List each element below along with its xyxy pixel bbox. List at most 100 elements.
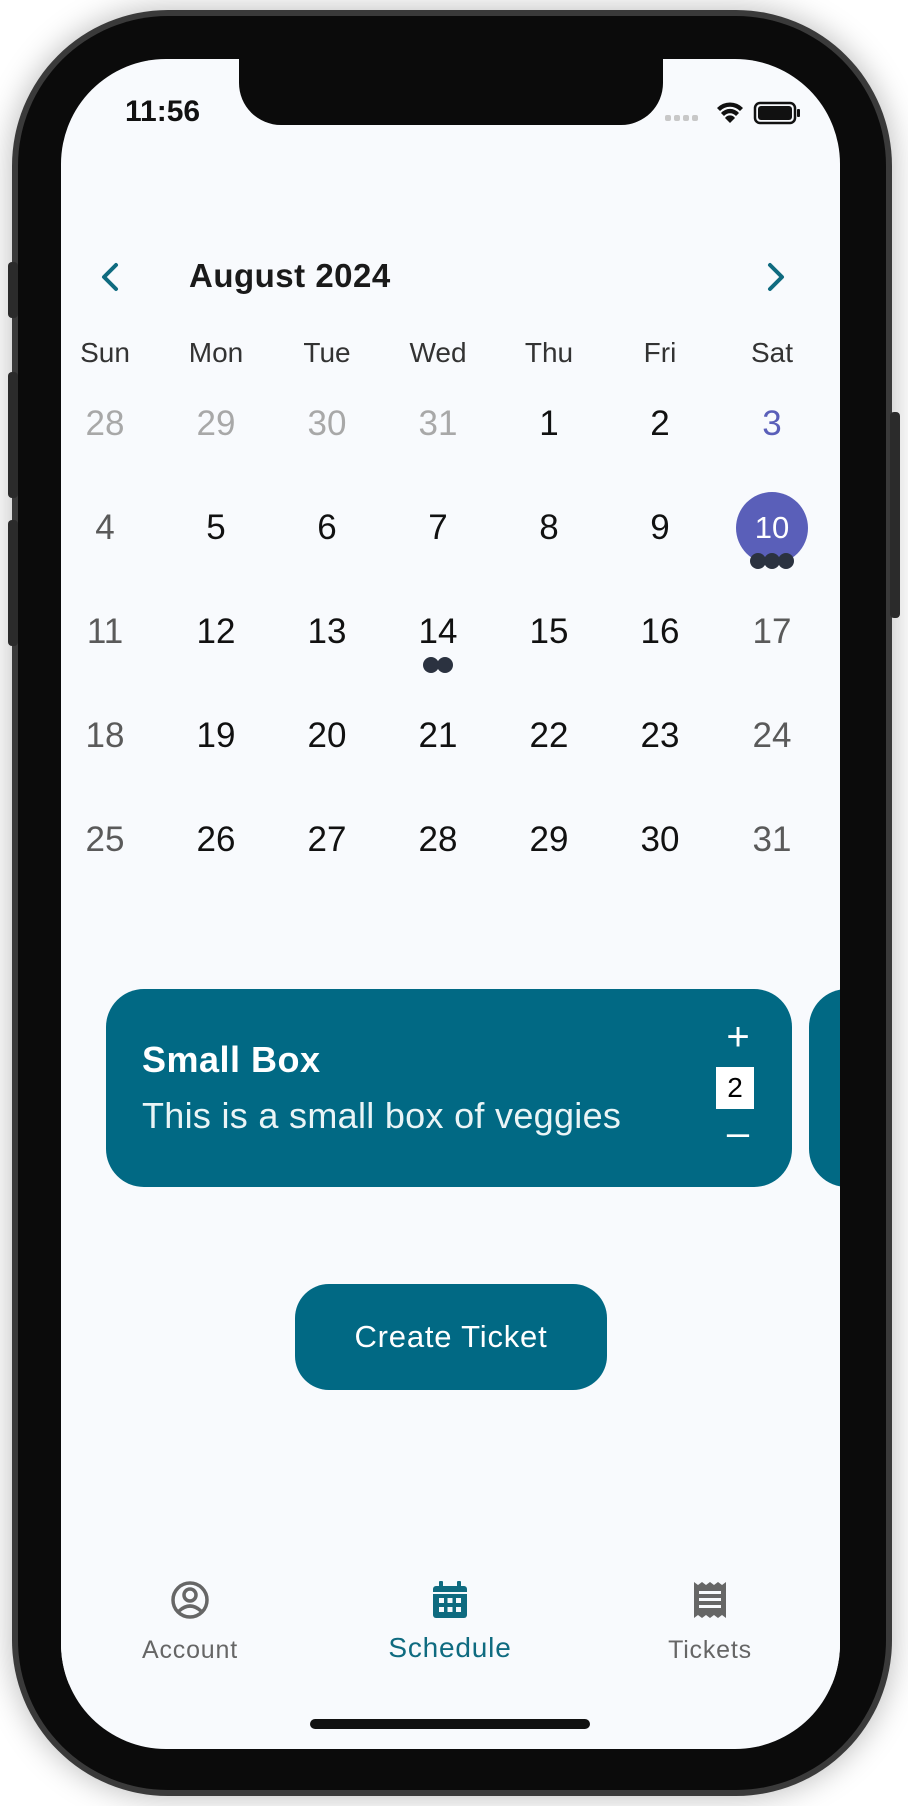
calendar-day[interactable]: 30 xyxy=(610,818,710,908)
calendar-day[interactable]: 30 xyxy=(277,402,377,492)
calendar-day[interactable]: 3 xyxy=(722,402,822,492)
day-number: 5 xyxy=(206,508,226,547)
day-number: 9 xyxy=(650,508,670,547)
next-product-card[interactable] xyxy=(809,989,840,1187)
event-dots xyxy=(388,657,488,673)
calendar-day[interactable]: 29 xyxy=(166,402,266,492)
day-number: 30 xyxy=(307,404,347,443)
day-number: 7 xyxy=(428,508,448,547)
event-dots xyxy=(722,553,822,569)
event-dot xyxy=(778,553,794,569)
chevron-left-icon[interactable] xyxy=(86,249,134,305)
tab-bar: Account Schedule Tickets xyxy=(61,1564,840,1684)
calendar-day[interactable]: 7 xyxy=(388,506,488,596)
calendar-day[interactable]: 9 xyxy=(610,506,710,596)
day-number: 4 xyxy=(95,508,115,547)
day-number: 29 xyxy=(529,820,569,859)
day-number: 1 xyxy=(539,404,559,443)
mute-switch xyxy=(8,262,18,318)
calendar-day[interactable]: 2 xyxy=(610,402,710,492)
tab-schedule[interactable]: Schedule xyxy=(350,1564,550,1674)
month-title: August 2024 xyxy=(189,257,391,294)
calendar-day[interactable]: 10 xyxy=(722,492,822,596)
day-number: 25 xyxy=(85,820,125,859)
screen: 11:56 August 2024 Sun Mon Tue Wed Thu Fr… xyxy=(61,59,840,1749)
day-number: 3 xyxy=(762,404,782,443)
day-number: 27 xyxy=(307,820,347,859)
product-description: This is a small box of veggies xyxy=(142,1095,622,1136)
calendar-day[interactable]: 15 xyxy=(499,610,599,700)
day-number: 30 xyxy=(640,820,680,859)
weekday-header: Sun Mon Tue Wed Thu Fri Sat xyxy=(61,337,840,381)
day-number: 6 xyxy=(317,508,337,547)
weekday-label: Fri xyxy=(643,337,677,368)
calendar-day[interactable]: 11 xyxy=(61,610,155,700)
calendar-icon xyxy=(430,1580,470,1620)
cellular-signal-icon xyxy=(665,115,698,121)
tab-account[interactable]: Account xyxy=(90,1564,290,1674)
day-number: 26 xyxy=(196,820,236,859)
calendar-day[interactable]: 25 xyxy=(61,818,155,908)
day-number: 17 xyxy=(752,612,792,651)
weekday-label: Sun xyxy=(80,337,130,368)
product-card[interactable]: Small Box This is a small box of veggies… xyxy=(106,989,792,1187)
tab-label: Account xyxy=(142,1636,238,1664)
weekday-label: Sat xyxy=(750,337,794,368)
quantity-value: 2 xyxy=(716,1067,754,1109)
status-time: 11:56 xyxy=(125,95,201,128)
tab-tickets[interactable]: Tickets xyxy=(610,1564,810,1674)
calendar-day[interactable]: 20 xyxy=(277,714,377,804)
day-number: 22 xyxy=(529,716,569,755)
calendar-day[interactable]: 6 xyxy=(277,506,377,596)
receipt-icon xyxy=(690,1580,730,1620)
power-button xyxy=(890,412,900,618)
calendar-day[interactable]: 31 xyxy=(722,818,822,908)
calendar-day[interactable]: 29 xyxy=(499,818,599,908)
calendar-day[interactable]: 8 xyxy=(499,506,599,596)
calendar-day[interactable]: 28 xyxy=(388,818,488,908)
calendar-day[interactable]: 16 xyxy=(610,610,710,700)
day-number: 15 xyxy=(529,612,569,651)
day-number: 13 xyxy=(307,612,347,651)
calendar-day[interactable]: 1 xyxy=(499,402,599,492)
calendar-day[interactable]: 26 xyxy=(166,818,266,908)
create-ticket-button[interactable]: Create Ticket xyxy=(295,1284,607,1390)
tab-label: Schedule xyxy=(388,1632,512,1663)
day-number: 16 xyxy=(640,612,680,651)
calendar-day[interactable]: 12 xyxy=(166,610,266,700)
day-number: 28 xyxy=(85,404,125,443)
tab-label: Tickets xyxy=(668,1636,752,1664)
calendar-day[interactable]: 21 xyxy=(388,714,488,804)
day-number: 18 xyxy=(85,716,125,755)
calendar-day[interactable]: 22 xyxy=(499,714,599,804)
minus-icon[interactable]: – xyxy=(718,1113,758,1153)
calendar-day[interactable]: 23 xyxy=(610,714,710,804)
plus-icon[interactable]: + xyxy=(718,1017,758,1057)
calendar-day[interactable]: 5 xyxy=(166,506,266,596)
chevron-right-icon[interactable] xyxy=(752,249,800,305)
calendar-day[interactable]: 18 xyxy=(61,714,155,804)
calendar-day[interactable]: 31 xyxy=(388,402,488,492)
status-icons xyxy=(661,95,801,129)
home-indicator xyxy=(310,1719,590,1729)
calendar-day[interactable]: 28 xyxy=(61,402,155,492)
calendar-day[interactable]: 4 xyxy=(61,506,155,596)
wifi-icon xyxy=(717,102,743,123)
day-number: 29 xyxy=(196,404,236,443)
calendar-day[interactable]: 24 xyxy=(722,714,822,804)
day-number: 19 xyxy=(196,716,236,755)
day-number: 10 xyxy=(754,510,790,545)
calendar-day[interactable]: 27 xyxy=(277,818,377,908)
calendar-day[interactable]: 17 xyxy=(722,610,822,700)
account-circle-icon xyxy=(170,1580,210,1620)
day-number: 14 xyxy=(418,612,458,651)
weekday-label: Mon xyxy=(188,337,244,368)
calendar-day[interactable]: 13 xyxy=(277,610,377,700)
calendar-day[interactable]: 19 xyxy=(166,714,266,804)
calendar-day[interactable]: 14 xyxy=(388,610,488,700)
day-number: 28 xyxy=(418,820,458,859)
day-number: 11 xyxy=(86,612,124,651)
day-number: 24 xyxy=(752,716,792,755)
weekday-label: Wed xyxy=(409,337,467,368)
product-title: Small Box xyxy=(142,1039,321,1080)
